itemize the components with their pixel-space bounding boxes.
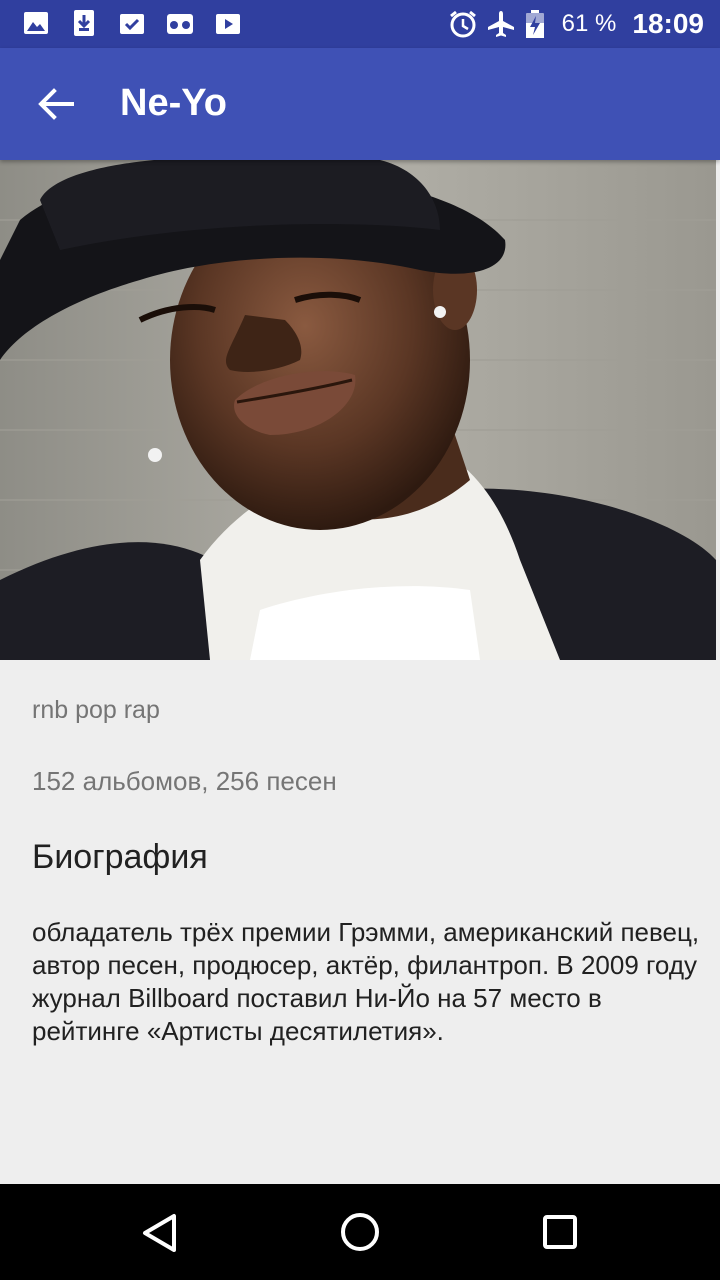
biography-text: обладатель трёх премии Грэмми, американс… xyxy=(32,917,700,1046)
tasks-icon xyxy=(118,8,146,38)
home-circle-icon xyxy=(341,1213,379,1251)
arrow-back-icon xyxy=(38,88,74,120)
nav-home-button[interactable] xyxy=(336,1208,384,1256)
battery-percent: 61 % xyxy=(561,10,617,37)
voicemail-icon xyxy=(166,8,194,38)
page-title: Ne-Yo xyxy=(120,82,227,124)
nav-back-button[interactable] xyxy=(136,1208,184,1256)
media-icon xyxy=(214,8,242,38)
back-button[interactable] xyxy=(28,80,84,128)
battery-charging-icon xyxy=(524,9,552,39)
clock: 18:09 xyxy=(632,8,704,39)
system-nav-bar xyxy=(0,1184,720,1280)
airplane-mode-icon xyxy=(486,9,514,39)
system-status: 61 % 18:09 xyxy=(448,6,704,42)
image-icon xyxy=(22,8,50,38)
notification-icons xyxy=(22,8,242,38)
app-bar: Ne-Yo xyxy=(0,48,720,160)
download-icon xyxy=(70,8,98,38)
recents-square-icon xyxy=(543,1215,577,1249)
artist-genres: rnb pop rap xyxy=(32,696,160,724)
alarm-icon xyxy=(448,9,476,39)
back-triangle-icon xyxy=(143,1214,176,1252)
nav-recents-button[interactable] xyxy=(536,1208,584,1256)
status-bar: 61 % 18:09 xyxy=(0,0,720,48)
artist-stats: 152 альбомов, 256 песен xyxy=(32,766,337,796)
biography-heading: Биография xyxy=(32,838,208,876)
artist-photo xyxy=(0,160,716,660)
